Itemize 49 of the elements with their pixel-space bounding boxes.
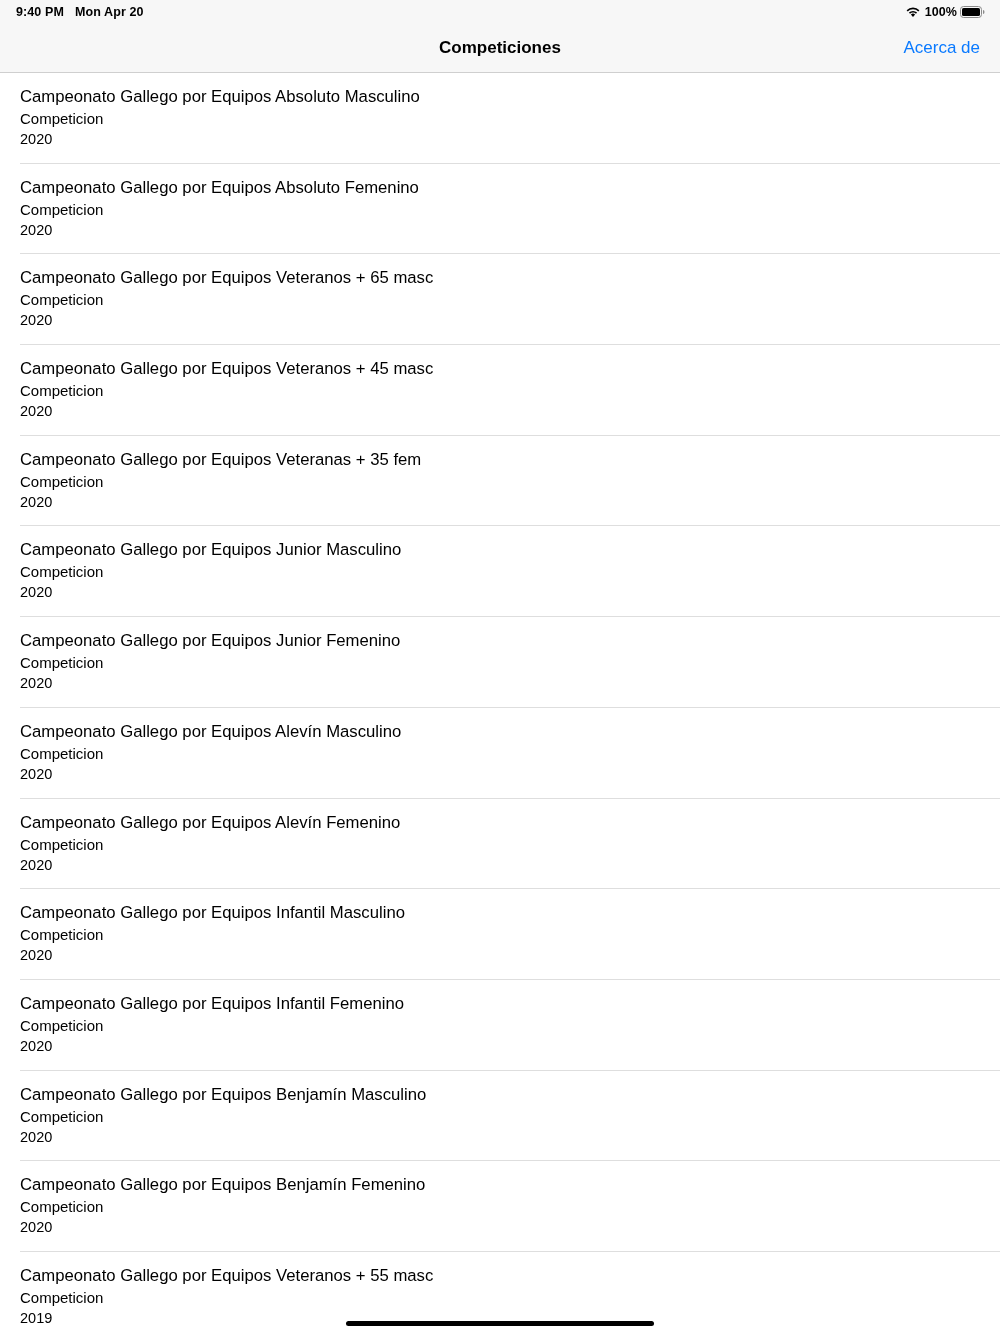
competition-title: Campeonato Gallego por Equipos Benjamín Femenino	[20, 1174, 426, 1197]
competition-type: Competicion	[20, 925, 104, 946]
competition-type: Competicion	[20, 743, 104, 764]
competition-year: 2020	[20, 583, 53, 603]
competition-type: Competicion	[20, 471, 104, 492]
competition-title: Campeonato Gallego por Equipos Infantil Masculino	[20, 902, 405, 925]
competition-type: Competicion	[20, 1197, 104, 1218]
competition-title: Campeonato Gallego por Equipos Alevín Femenino	[20, 811, 401, 834]
competition-type: Competicion	[20, 653, 104, 674]
competition-title: Campeonato Gallego por Equipos Benjamín Masculino	[20, 1083, 427, 1106]
competition-year: 2020	[20, 492, 53, 512]
competition-year: 2020	[20, 764, 53, 784]
wifi-icon	[905, 7, 920, 17]
competition-title: Campeonato Gallego por Equipos Veteranos + 65 masc	[20, 267, 434, 290]
competition-type: Competicion	[20, 562, 104, 583]
about-button[interactable]: Acerca de	[903, 38, 980, 58]
competition-year: 2020	[20, 946, 53, 966]
competition-year: 2019	[20, 1308, 53, 1328]
competition-year: 2020	[20, 674, 53, 694]
competition-type: Competicion	[20, 290, 104, 311]
competition-year: 2020	[20, 855, 53, 875]
competition-title: Campeonato Gallego por Equipos Infantil Femenino	[20, 992, 405, 1015]
competition-title: Campeonato Gallego por Equipos Veteranas + 35 fem	[20, 448, 422, 471]
competition-title: Campeonato Gallego por Equipos Absoluto Femenino	[20, 176, 419, 199]
competition-year: 2020	[20, 1218, 53, 1238]
competition-type: Competicion	[20, 109, 104, 129]
status-date: Mon Apr 20	[74, 5, 144, 19]
competition-type: Competicion	[20, 1287, 104, 1308]
competition-title: Campeonato Gallego por Equipos Absoluto Masculino	[20, 86, 420, 108]
status-time: 9:40 PM	[16, 5, 64, 19]
competition-year: 2020	[20, 311, 53, 331]
competition-title: Campeonato Gallego por Equipos Junior Masculino	[20, 539, 402, 562]
nav-title: Competiciones	[439, 38, 561, 58]
competition-title: Campeonato Gallego por Equipos Alevín Masculino	[20, 720, 402, 743]
competition-title: Campeonato Gallego por Equipos Veteranos + 55 masc	[20, 1264, 434, 1287]
competition-type: Competicion	[20, 1015, 104, 1036]
competition-type: Competicion	[20, 381, 104, 402]
competition-year: 2020	[20, 130, 53, 149]
competition-type: Competicion	[20, 199, 104, 220]
competition-year: 2020	[20, 402, 53, 422]
competition-year: 2020	[20, 220, 53, 240]
competition-year: 2020	[20, 1036, 53, 1056]
competition-type: Competicion	[20, 834, 104, 855]
competition-year: 2020	[20, 1127, 53, 1147]
battery-icon	[960, 6, 985, 18]
competition-type: Competicion	[20, 1106, 104, 1127]
competition-title: Campeonato Gallego por Equipos Junior Femenino	[20, 630, 401, 653]
battery-percentage: 100%	[924, 5, 957, 19]
competition-title: Campeonato Gallego por Equipos Veteranos + 45 masc	[20, 358, 434, 381]
